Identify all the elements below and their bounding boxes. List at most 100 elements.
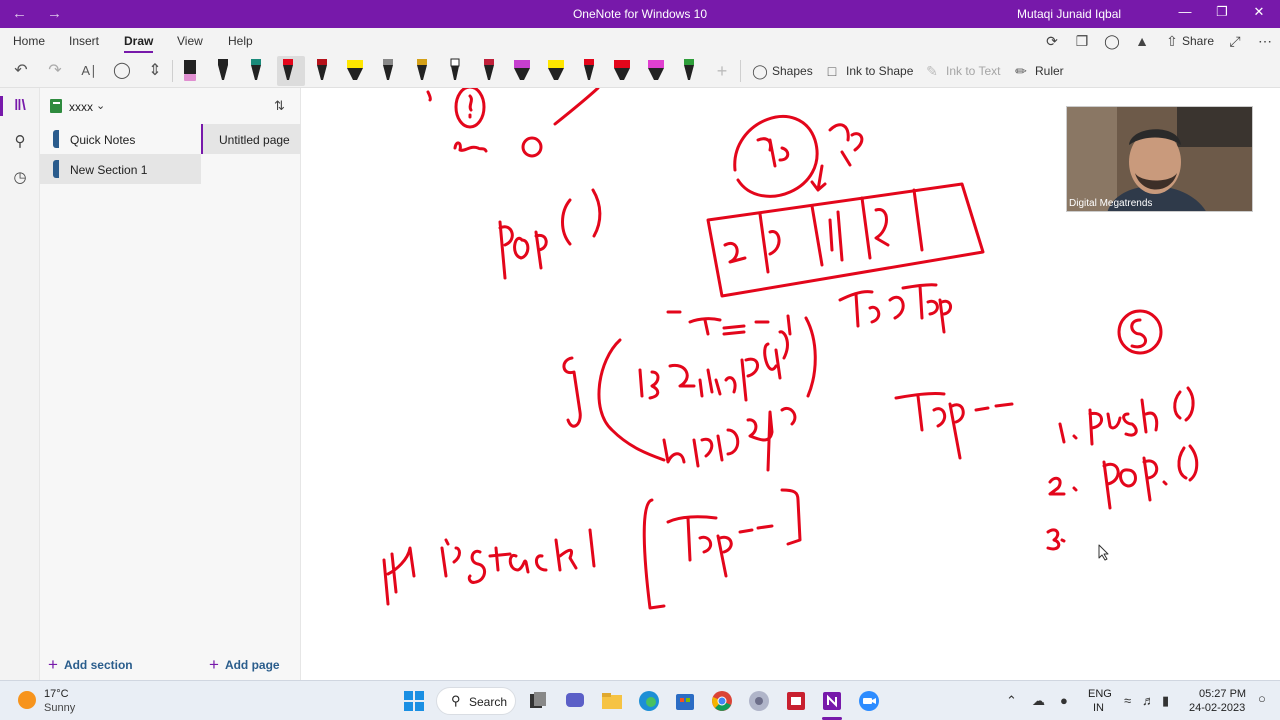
microphone-icon[interactable]: ● xyxy=(1060,693,1068,708)
language-indicator[interactable]: ENG xyxy=(1088,688,1112,700)
pen-red-2-icon[interactable] xyxy=(578,56,600,86)
ink-to-text-icon: ✎ xyxy=(926,63,938,79)
section-label: New Section 1 xyxy=(70,163,148,177)
video-participant-name: Digital Megatrends xyxy=(1069,198,1153,209)
share-button[interactable]: Share xyxy=(1182,34,1214,48)
tab-insert[interactable]: Insert xyxy=(69,34,99,48)
battery-icon[interactable]: ▮ xyxy=(1162,693,1169,709)
pen-black-icon[interactable] xyxy=(212,56,234,86)
pen-galaxy-icon[interactable] xyxy=(478,56,500,86)
ribbon-tabs: Home Insert Draw View Help ⟳ ❐ ◯ ▲ ⇧ Sha… xyxy=(0,28,1280,54)
page-item-untitled[interactable]: Untitled page xyxy=(201,124,301,154)
search-icon: ⚲ xyxy=(451,693,461,708)
tab-help[interactable]: Help xyxy=(228,34,253,48)
ruler-button[interactable]: Ruler xyxy=(1035,64,1064,78)
page-view-icon[interactable]: ❐ xyxy=(1073,32,1091,50)
tray-chevron-up-icon[interactable]: ⌃ xyxy=(1006,693,1017,709)
eraser-icon[interactable] xyxy=(179,56,201,86)
highlighter-magenta-icon[interactable] xyxy=(645,56,667,86)
tab-home[interactable]: Home xyxy=(13,34,45,48)
redo-icon[interactable]: ↷ xyxy=(45,61,65,81)
edge-icon[interactable] xyxy=(637,689,661,713)
clock-date[interactable]: 24-02-2023 xyxy=(1189,702,1245,714)
add-page-button[interactable]: + Add page xyxy=(209,654,280,674)
draw-toolbar: ↶ ↷ A∣ ◯ ⇕ + ◯ Shapes □ Ink to Shape ✎ I… xyxy=(0,54,1280,88)
highlighter-yellow-2-icon[interactable] xyxy=(545,56,567,86)
notebook-name: xxxx xyxy=(69,100,93,114)
add-section-label: Add section xyxy=(63,658,133,672)
section-item-new-section-1[interactable]: New Section 1 xyxy=(40,154,201,184)
undo-icon[interactable]: ↶ xyxy=(11,61,31,81)
sync-icon[interactable]: ⟳ xyxy=(1043,32,1061,50)
pencil-black-icon[interactable] xyxy=(444,56,466,86)
maximize-icon[interactable]: ❐ xyxy=(1212,4,1232,20)
add-space-icon[interactable]: ⇕ xyxy=(145,61,165,81)
rail-active-indicator xyxy=(0,96,3,116)
highlighter-yellow-icon[interactable] xyxy=(344,56,366,86)
user-name[interactable]: Mutaqi Junaid Iqbal xyxy=(1017,7,1121,21)
shapes-button[interactable]: Shapes xyxy=(772,64,813,78)
section-label: Quick Notes xyxy=(70,133,136,147)
pen-teal-icon[interactable] xyxy=(245,56,267,86)
zoom-app-icon[interactable] xyxy=(857,689,881,713)
notebook-selector[interactable]: xxxx ⌄ ⇅ xyxy=(40,92,301,120)
section-item-quick-notes[interactable]: Quick Notes xyxy=(40,124,201,154)
store-icon[interactable] xyxy=(673,689,697,713)
sort-icon[interactable]: ⇅ xyxy=(274,98,285,114)
add-section-button[interactable]: + Add section xyxy=(48,654,133,674)
tab-view[interactable]: View xyxy=(177,34,203,48)
ink-to-text-button[interactable]: Ink to Text xyxy=(946,64,1000,78)
ruler-icon: ✏ xyxy=(1015,63,1027,79)
bell-icon[interactable]: ▲ xyxy=(1133,32,1151,50)
taskbar-search[interactable]: ⚲ Search xyxy=(436,687,516,715)
add-page-label: Add page xyxy=(224,658,280,672)
pdf-app-icon[interactable] xyxy=(784,689,808,713)
pen-red-selected[interactable] xyxy=(277,56,305,86)
wifi-icon[interactable]: ≈ xyxy=(1124,693,1131,708)
pen-darkred-icon[interactable] xyxy=(311,56,333,86)
lightbulb-icon[interactable]: ◯ xyxy=(1103,32,1121,50)
page-label: Untitled page xyxy=(219,133,290,147)
volume-icon[interactable]: ♬ xyxy=(1142,693,1155,708)
presenter-video-image xyxy=(1067,107,1252,211)
tab-draw[interactable]: Draw xyxy=(124,34,154,53)
plus-icon: + xyxy=(48,655,58,674)
chrome-icon[interactable] xyxy=(710,689,734,713)
expand-icon[interactable]: ⤢ xyxy=(1226,32,1244,50)
type-select-icon[interactable]: A∣ xyxy=(79,61,99,81)
clock-time[interactable]: 05:27 PM xyxy=(1199,688,1246,700)
share-icon[interactable]: ⇧ xyxy=(1163,32,1181,50)
chat-icon[interactable] xyxy=(563,689,587,713)
section-color-tab xyxy=(53,160,59,178)
media-player-icon[interactable] xyxy=(747,689,771,713)
weather-temperature[interactable]: 17°C xyxy=(44,688,69,700)
highlighter-purple-icon[interactable] xyxy=(511,56,533,86)
windows-start-icon[interactable] xyxy=(402,689,426,713)
title-bar: ← → OneNote for Windows 10 Mutaqi Junaid… xyxy=(0,0,1280,28)
more-icon[interactable]: ⋯ xyxy=(1256,32,1274,50)
recent-clock-icon[interactable]: ◷ xyxy=(10,168,30,188)
add-pen-icon[interactable]: + xyxy=(712,61,732,81)
webcam-overlay: Digital Megatrends xyxy=(1066,106,1253,212)
language-region[interactable]: IN xyxy=(1093,702,1104,714)
notebooks-icon[interactable]: ‖\ xyxy=(10,96,30,116)
cloud-icon[interactable]: ☁ xyxy=(1032,693,1045,709)
search-icon[interactable]: ⚲ xyxy=(10,132,30,152)
section-color-tab xyxy=(53,130,59,148)
file-explorer-icon[interactable] xyxy=(600,689,624,713)
task-view-icon[interactable] xyxy=(526,689,550,713)
close-icon[interactable]: ✕ xyxy=(1249,4,1269,20)
pen-multicolor-icon[interactable] xyxy=(411,56,433,86)
highlighter-orange-icon[interactable] xyxy=(611,56,633,86)
onenote-app-icon[interactable] xyxy=(820,689,844,713)
ink-to-shape-button[interactable]: Ink to Shape xyxy=(846,64,913,78)
taskbar-search-label: Search xyxy=(469,695,508,709)
pen-gray-icon[interactable] xyxy=(377,56,399,86)
weather-condition[interactable]: Sunny xyxy=(44,702,75,714)
sun-icon[interactable] xyxy=(18,691,36,709)
minimize-icon[interactable]: — xyxy=(1175,4,1195,19)
pen-rainbow-icon[interactable] xyxy=(678,56,700,86)
notification-icon[interactable]: ○ xyxy=(1258,691,1266,706)
lasso-select-icon[interactable]: ◯ xyxy=(112,61,132,81)
plus-icon: + xyxy=(209,655,219,674)
